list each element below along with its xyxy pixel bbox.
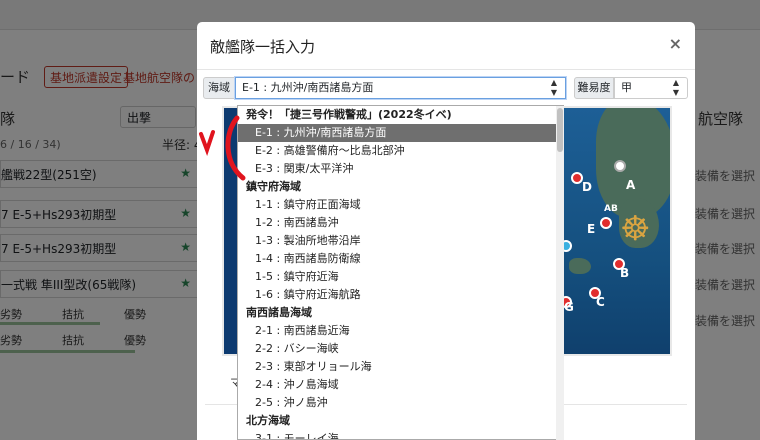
node-label: AB (604, 204, 618, 214)
updown-arrow-icon: ▲ ▼ (672, 78, 679, 97)
difficulty-label: 難易度 (574, 77, 614, 99)
dropdown-option[interactable]: 2-3 : 東部オリョール海 (238, 358, 563, 376)
node-label: E (587, 222, 596, 236)
dropdown-group-label: 鎮守府海域 (246, 180, 301, 193)
node-label: C (596, 295, 605, 309)
dropdown-option[interactable]: 1-1 : 鎮守府正面海域 (238, 196, 563, 214)
area-dropdown-list[interactable]: 発令！「捷三号作戦警戒」(2022冬イベ) E-1 : 九州沖/南西諸島方面 E… (237, 105, 564, 440)
dropdown-option[interactable]: 3-1 : モーレイ海 (238, 430, 563, 439)
dropdown-option[interactable]: 1-6 : 鎮守府近海航路 (238, 286, 563, 304)
area-select[interactable]: E-1 : 九州沖/南西諸島方面 ▲ ▼ (235, 77, 566, 99)
area-select-value: E-1 : 九州沖/南西諸島方面 (242, 81, 374, 94)
modal-title: 敵艦隊一括入力 (210, 38, 316, 56)
dropdown-scrollbar[interactable] (556, 106, 564, 440)
difficulty-select[interactable]: 甲 ▲ ▼ (614, 77, 688, 99)
map-node[interactable] (600, 217, 612, 229)
dropdown-option[interactable]: E-2 : 高雄警備府～比島北部沖 (238, 142, 563, 160)
dropdown-option[interactable]: 2-4 : 沖ノ島海域 (238, 376, 563, 394)
close-icon[interactable]: × (669, 34, 682, 53)
dropdown-group-label: 南西諸島海域 (246, 306, 312, 319)
dropdown-group-label: 発令！「捷三号作戦警戒」(2022冬イベ) (246, 108, 452, 121)
updown-arrow-icon: ▲ ▼ (550, 78, 557, 97)
dropdown-option[interactable]: E-1 : 九州沖/南西諸島方面 (238, 124, 563, 142)
ship-wheel-icon: ☸ (620, 209, 651, 249)
node-label: D (582, 180, 592, 194)
dropdown-option[interactable]: E-3 : 関東/太平洋沖 (238, 160, 563, 178)
difficulty-select-value: 甲 (621, 81, 632, 94)
node-label: A (626, 178, 636, 192)
dropdown-option[interactable]: 2-1 : 南西諸島近海 (238, 322, 563, 340)
dropdown-option[interactable]: 2-2 : バシー海峡 (238, 340, 563, 358)
dropdown-group-label: 北方海域 (246, 414, 290, 427)
dropdown-scrollbar-thumb[interactable] (557, 108, 563, 152)
dropdown-option[interactable]: 1-2 : 南西諸島沖 (238, 214, 563, 232)
divider (197, 69, 695, 70)
dropdown-option[interactable]: 2-5 : 沖ノ島沖 (238, 394, 563, 412)
node-label: G (564, 300, 574, 314)
island (569, 258, 591, 274)
area-label: 海域 (203, 77, 235, 99)
dropdown-option[interactable]: 1-5 : 鎮守府近海 (238, 268, 563, 286)
anchor-icon[interactable] (614, 160, 626, 172)
dropdown-option[interactable]: 1-4 : 南西諸島防衛線 (238, 250, 563, 268)
dropdown-option[interactable]: 1-3 : 製油所地帯沿岸 (238, 232, 563, 250)
node-label: B (620, 266, 630, 280)
red-pen-mark (199, 115, 246, 181)
